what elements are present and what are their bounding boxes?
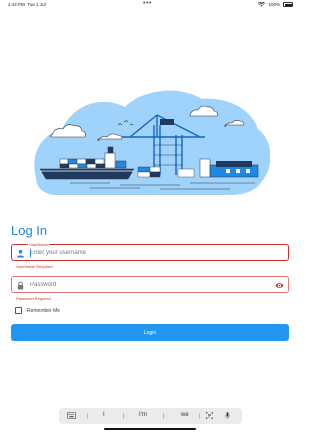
status-bar: 2:44 PM Tue 1 Jul ••• 100% [0,0,300,10]
remember-me[interactable]: Remember Me [15,307,60,314]
remember-me-checkbox[interactable] [15,307,22,314]
status-time-text: 2:44 PM [8,2,25,7]
password-input[interactable] [30,277,260,292]
port-harbor-illustration [34,90,270,195]
scan-text-icon[interactable] [205,412,214,419]
keyboard-separator [163,413,164,419]
remember-me-label: Remember Me [27,307,61,314]
lock-icon [17,281,24,290]
keyboard-separator [199,413,200,419]
username-error: UserName Required [16,264,53,269]
status-date-text: Tue 1 Jul [27,2,46,7]
multitask-dots[interactable]: ••• [143,0,152,7]
username-input[interactable] [30,245,260,260]
keyboard-separator [87,413,88,419]
eye-icon[interactable] [275,281,284,290]
person-icon [16,249,25,258]
status-time: 2:44 PM Tue 1 Jul [8,2,46,7]
keyboard-separator [123,413,124,419]
suggestion-item[interactable]: I'm [139,412,147,418]
keyboard-suggestion-bar: I I'm we [59,408,242,424]
page-title: Log In [11,223,48,238]
status-right: 100% [258,2,293,7]
login-button[interactable]: Login [11,324,289,341]
wifi-icon [258,2,266,7]
suggestion-item[interactable]: I [103,412,105,418]
suggestion-item[interactable]: we [181,412,189,418]
username-field[interactable]: UserName [11,242,289,261]
microphone-icon[interactable] [223,412,232,419]
battery-icon [283,2,293,7]
password-error: Password Required [16,296,51,301]
battery-percent: 100% [268,2,280,7]
password-field[interactable] [11,276,289,293]
home-indicator[interactable] [104,428,196,430]
keyboard-icon[interactable] [67,412,76,419]
